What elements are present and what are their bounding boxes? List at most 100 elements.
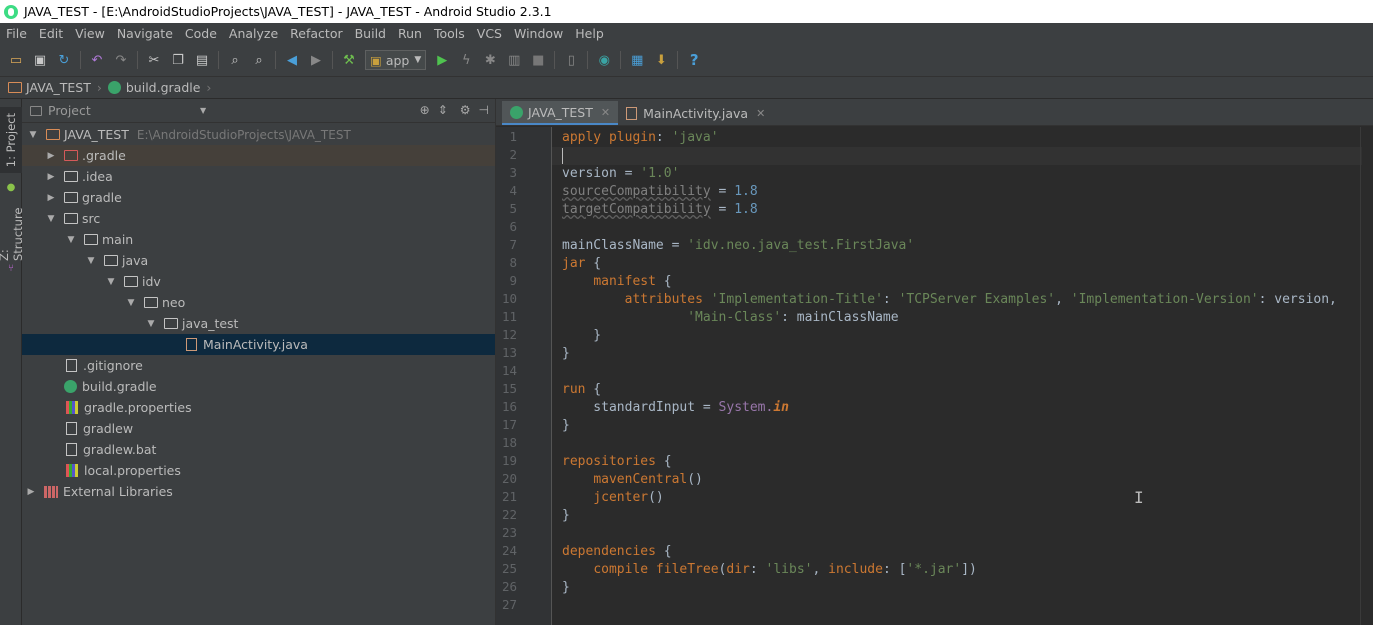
expanded-arrow-icon[interactable]: ▼ xyxy=(86,256,96,266)
sync-icon[interactable]: ↻ xyxy=(55,51,73,69)
stop-icon[interactable]: ■ xyxy=(529,51,547,69)
run-icon[interactable]: ▶ xyxy=(433,51,451,69)
line-number: 13 xyxy=(501,345,517,360)
debug-icon[interactable]: ✱ xyxy=(481,51,499,69)
menu-navigate[interactable]: Navigate xyxy=(111,26,179,41)
collapsed-arrow-icon[interactable]: ▶ xyxy=(26,487,36,497)
code-line xyxy=(552,147,1362,165)
make-project-icon[interactable]: ⚒ xyxy=(340,51,358,69)
tree-item-gradlew-bat[interactable]: gradlew.bat xyxy=(22,439,495,460)
redo-icon[interactable]: ↷ xyxy=(112,51,130,69)
open-folder-icon[interactable]: ▭ xyxy=(7,51,25,69)
menu-run[interactable]: Run xyxy=(392,26,428,41)
avd-manager-icon[interactable]: ▯ xyxy=(562,51,580,69)
expanded-arrow-icon[interactable]: ▼ xyxy=(66,235,76,245)
replace-icon[interactable]: ⌕ xyxy=(250,51,268,69)
code-line: dependencies { xyxy=(562,543,1362,561)
tree-item-idea[interactable]: ▶ .idea xyxy=(22,166,495,187)
project-tool-tab[interactable]: 1: Project xyxy=(0,107,22,173)
cut-icon[interactable]: ✂ xyxy=(145,51,163,69)
menu-window[interactable]: Window xyxy=(508,26,569,41)
menu-file[interactable]: File xyxy=(0,26,33,41)
tree-item-gradle-properties[interactable]: gradle.properties xyxy=(22,397,495,418)
breadcrumb-file[interactable]: build.gradle xyxy=(107,80,200,95)
find-icon[interactable]: ⌕ xyxy=(226,51,244,69)
menu-build[interactable]: Build xyxy=(349,26,392,41)
project-view-select[interactable]: Project ▼ xyxy=(30,103,206,118)
tree-item-neo[interactable]: ▼ neo xyxy=(22,292,495,313)
gradle-sync-icon[interactable]: ◉ xyxy=(595,51,613,69)
save-all-icon[interactable]: ▣ xyxy=(31,51,49,69)
tree-item-dot-gradle[interactable]: ▶ .gradle xyxy=(22,145,495,166)
back-icon[interactable]: ◀ xyxy=(283,51,301,69)
expanded-arrow-icon[interactable]: ▼ xyxy=(146,319,156,329)
structure-tool-tab[interactable]: Z: Structure xyxy=(0,195,25,262)
tree-item-local-properties[interactable]: local.properties xyxy=(22,460,495,481)
tree-item-build-gradle[interactable]: build.gradle xyxy=(22,376,495,397)
copy-icon[interactable]: ❐ xyxy=(169,51,187,69)
tree-item-gitignore[interactable]: .gitignore xyxy=(22,355,495,376)
apply-changes-icon[interactable]: ϟ xyxy=(457,51,475,69)
main-toolbar: ▭ ▣ ↻ ↶ ↷ ✂ ❐ ▤ ⌕ ⌕ ◀ ▶ ⚒ ▣ app ▼ ▶ ϟ ✱ … xyxy=(0,44,1373,77)
tree-item-java[interactable]: ▼ java xyxy=(22,250,495,271)
hide-panel-icon[interactable]: ⊣ xyxy=(479,103,489,117)
collapsed-arrow-icon[interactable]: ▶ xyxy=(46,151,56,161)
menu-help[interactable]: Help xyxy=(569,26,610,41)
breadcrumb-project[interactable]: JAVA_TEST xyxy=(8,80,91,95)
menu-analyze[interactable]: Analyze xyxy=(223,26,284,41)
code-token: { xyxy=(585,382,602,397)
tree-item-external-libraries[interactable]: ▶ External Libraries xyxy=(22,481,495,502)
code-token: : mainClassName xyxy=(781,310,899,325)
project-structure-icon[interactable]: ▦ xyxy=(628,51,646,69)
tree-item-idv[interactable]: ▼ idv xyxy=(22,271,495,292)
line-number-gutter[interactable]: 1 2 3 4 5 6 7 8 9 10 11 12 13 14 15 16 17 18 19 20 21 22 23 24 2… xyxy=(496,127,552,625)
tree-item-main-activity[interactable]: MainActivity.java xyxy=(22,334,495,355)
java-file-icon xyxy=(186,338,197,351)
menu-code[interactable]: Code xyxy=(179,26,223,41)
expanded-arrow-icon[interactable]: ▼ xyxy=(106,277,116,287)
menu-view[interactable]: View xyxy=(69,26,111,41)
tree-item-src[interactable]: ▼ src xyxy=(22,208,495,229)
tree-item-gradlew[interactable]: gradlew xyxy=(22,418,495,439)
line-number: 26 xyxy=(501,579,517,594)
tree-item-main[interactable]: ▼ main xyxy=(22,229,495,250)
tab-java-test[interactable]: JAVA_TEST ✕ xyxy=(502,101,619,125)
collapse-all-icon[interactable]: ⇕ xyxy=(438,103,448,117)
expanded-arrow-icon[interactable]: ▼ xyxy=(28,130,38,140)
tree-item-label: gradlew.bat xyxy=(83,442,157,457)
breadcrumb-separator: › xyxy=(96,80,102,95)
tab-main-activity[interactable]: MainActivity.java ✕ xyxy=(618,101,773,125)
code-token: dependencies xyxy=(562,544,656,559)
tree-item-root[interactable]: ▼ JAVA_TEST E:\AndroidStudioProjects\JAV… xyxy=(22,124,495,145)
help-icon[interactable]: ? xyxy=(685,51,703,69)
code-editor[interactable]: apply plugin: 'java' version = '1.0' sourc… xyxy=(552,127,1362,625)
close-icon[interactable]: ✕ xyxy=(601,106,610,119)
code-token: mainClassName = xyxy=(562,238,688,253)
menu-tools[interactable]: Tools xyxy=(428,26,471,41)
close-icon[interactable]: ✕ xyxy=(756,107,765,120)
scroll-from-source-icon[interactable]: ⊕ xyxy=(420,103,430,117)
paste-icon[interactable]: ▤ xyxy=(193,51,211,69)
collapsed-arrow-icon[interactable]: ▶ xyxy=(46,193,56,203)
sdk-manager-icon[interactable]: ⬇ xyxy=(652,51,670,69)
collapsed-arrow-icon[interactable]: ▶ xyxy=(46,172,56,182)
expanded-arrow-icon[interactable]: ▼ xyxy=(126,298,136,308)
properties-file-icon xyxy=(66,401,78,414)
forward-icon[interactable]: ▶ xyxy=(307,51,325,69)
undo-icon[interactable]: ↶ xyxy=(88,51,106,69)
android-studio-icon xyxy=(4,4,18,19)
tree-item-gradle[interactable]: ▶ gradle xyxy=(22,187,495,208)
code-line: compile fileTree(dir: 'libs', include: [… xyxy=(562,561,1362,579)
menu-refactor[interactable]: Refactor xyxy=(284,26,348,41)
menu-vcs[interactable]: VCS xyxy=(471,26,508,41)
run-configuration-select[interactable]: ▣ app ▼ xyxy=(365,50,427,70)
menu-edit[interactable]: Edit xyxy=(33,26,69,41)
expanded-arrow-icon[interactable]: ▼ xyxy=(46,214,56,224)
code-token: repositories xyxy=(562,454,656,469)
gear-icon[interactable]: ⚙ xyxy=(460,103,471,117)
toolbar-divider xyxy=(554,51,556,69)
tree-item-java-test[interactable]: ▼ java_test xyxy=(22,313,495,334)
profile-icon[interactable]: ▥ xyxy=(505,51,523,69)
